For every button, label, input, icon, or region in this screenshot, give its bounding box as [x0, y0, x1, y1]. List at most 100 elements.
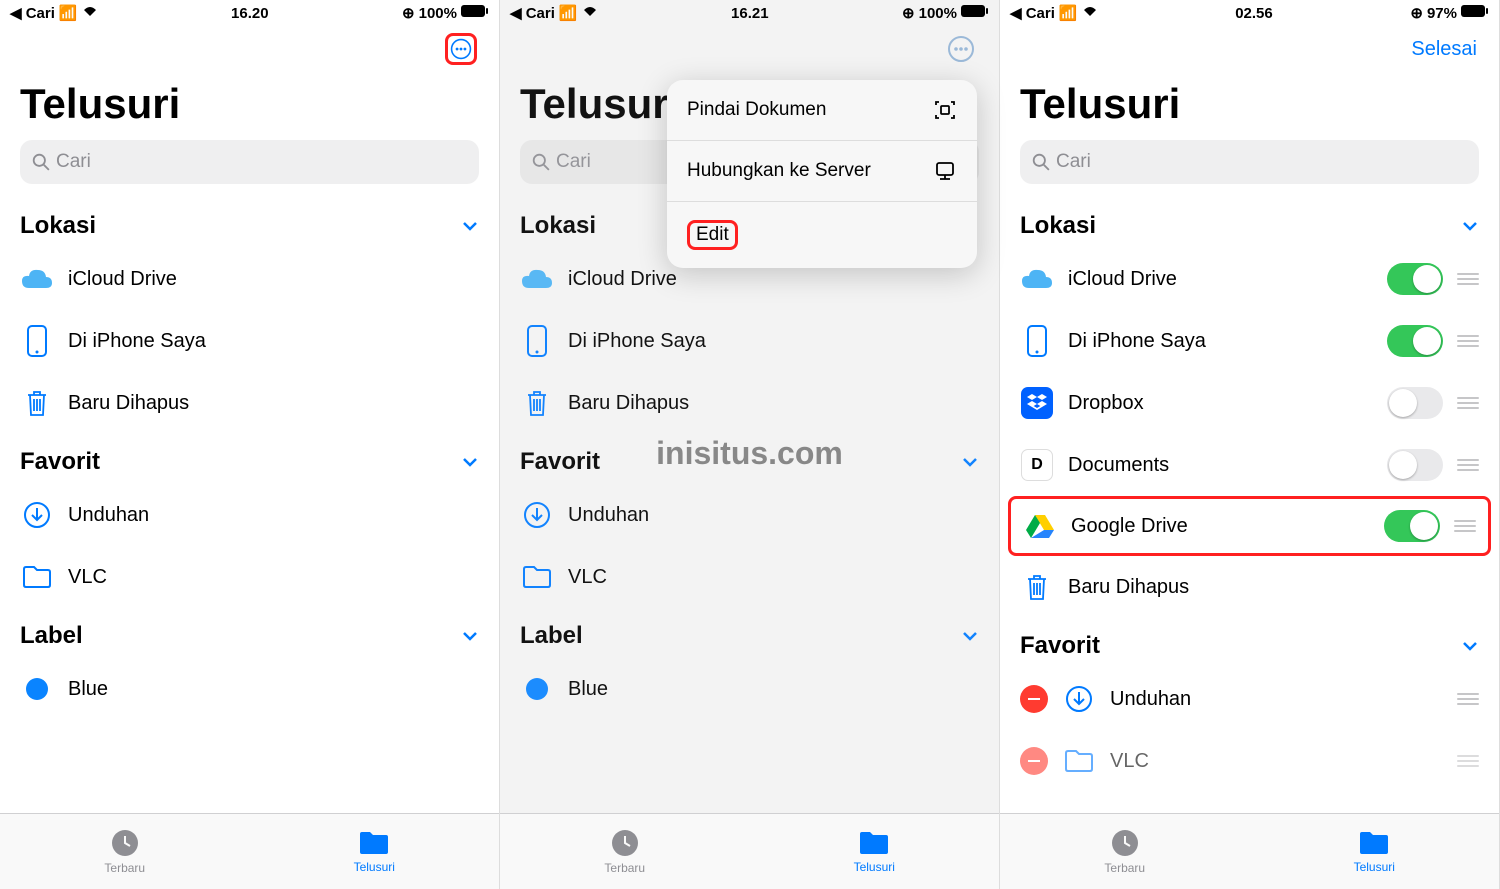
iphone-icon	[1020, 324, 1054, 358]
drag-handle-icon[interactable]	[1457, 693, 1479, 705]
back-app-label[interactable]: ◀ Cari	[10, 4, 55, 22]
icloud-icon	[520, 262, 554, 296]
search-icon	[532, 153, 550, 171]
edit-location-row: Dropbox	[1000, 372, 1499, 434]
section-lokasi[interactable]: Lokasi	[1000, 198, 1499, 248]
more-button[interactable]	[945, 33, 977, 65]
list-item[interactable]: Baru Dihapus	[500, 372, 999, 434]
edit-favorite-row: Unduhan	[1000, 668, 1499, 730]
icloud-icon	[20, 262, 54, 296]
chevron-down-icon	[461, 217, 479, 235]
tab-recent[interactable]: Terbaru	[500, 814, 750, 889]
status-bar: ◀ Cari 📶 16.21 ⊕ 100%	[500, 0, 999, 26]
tab-bar: Terbaru Telusuri	[500, 813, 999, 889]
screen-3: ◀ Cari 📶 02.56 ⊕ 97% Selesai Telusuri Ca…	[1000, 0, 1500, 889]
clock-icon	[110, 828, 140, 858]
wifi-icon	[582, 5, 598, 22]
icloud-icon	[1020, 262, 1054, 296]
toggle-documents[interactable]	[1387, 449, 1443, 481]
iphone-icon	[20, 324, 54, 358]
list-item[interactable]: Di iPhone Saya	[500, 310, 999, 372]
nav-bar	[500, 26, 999, 72]
back-app-label[interactable]: ◀ Cari	[1010, 4, 1055, 22]
tab-browse[interactable]: Telusuri	[1250, 814, 1500, 889]
battery-icon	[461, 4, 489, 22]
done-button[interactable]: Selesai	[1411, 38, 1477, 61]
chevron-down-icon	[461, 627, 479, 645]
back-app-label[interactable]: ◀ Cari	[510, 4, 555, 22]
battery-pct: 97%	[1427, 5, 1457, 22]
edit-location-row: D Documents	[1000, 434, 1499, 496]
menu-edit[interactable]: Edit	[667, 202, 977, 268]
tab-browse[interactable]: Telusuri	[750, 814, 1000, 889]
menu-connect-server[interactable]: Hubungkan ke Server	[667, 141, 977, 202]
toggle-icloud[interactable]	[1387, 263, 1443, 295]
folder-icon	[1357, 829, 1391, 857]
page-title: Telusuri	[1000, 72, 1499, 134]
list-item[interactable]: Baru Dihapus	[1000, 556, 1499, 618]
list-item[interactable]: Baru Dihapus	[0, 372, 499, 434]
remove-button[interactable]	[1020, 747, 1048, 775]
drag-handle-icon[interactable]	[1454, 520, 1476, 532]
orientation-lock-icon: ⊕	[402, 4, 415, 22]
signal-icon: 📶	[559, 4, 578, 22]
folder-icon	[20, 560, 54, 594]
search-icon	[32, 153, 50, 171]
documents-icon: D	[1020, 448, 1054, 482]
toggle-dropbox[interactable]	[1387, 387, 1443, 419]
drag-handle-icon[interactable]	[1457, 755, 1479, 767]
scan-icon	[933, 98, 957, 122]
signal-icon: 📶	[59, 4, 78, 22]
search-icon	[1032, 153, 1050, 171]
list-item[interactable]: Unduhan	[0, 484, 499, 546]
folder-icon	[857, 829, 891, 857]
status-bar: ◀ Cari 📶 16.20 ⊕ 100%	[0, 0, 499, 26]
page-title: Telusuri	[0, 72, 499, 134]
more-button[interactable]	[445, 33, 477, 65]
battery-pct: 100%	[419, 5, 457, 22]
search-input[interactable]: Cari	[20, 140, 479, 184]
iphone-icon	[520, 324, 554, 358]
list-item[interactable]: Di iPhone Saya	[0, 310, 499, 372]
drag-handle-icon[interactable]	[1457, 459, 1479, 471]
toggle-iphone[interactable]	[1387, 325, 1443, 357]
list-item[interactable]: VLC	[0, 546, 499, 608]
trash-icon	[1020, 570, 1054, 604]
screen-1: ◀ Cari 📶 16.20 ⊕ 100% Telusuri Cari Loka…	[0, 0, 500, 889]
tab-recent[interactable]: Terbaru	[0, 814, 250, 889]
list-item[interactable]: VLC	[500, 546, 999, 608]
clock-icon	[610, 828, 640, 858]
search-input[interactable]: Cari	[1020, 140, 1479, 184]
color-tag-icon	[20, 672, 54, 706]
remove-button[interactable]	[1020, 685, 1048, 713]
watermark: inisitus.com	[656, 435, 843, 472]
edit-favorite-row: VLC	[1000, 730, 1499, 792]
drag-handle-icon[interactable]	[1457, 397, 1479, 409]
list-item[interactable]: Unduhan	[500, 484, 999, 546]
toggle-gdrive[interactable]	[1384, 510, 1440, 542]
section-favorit[interactable]: Favorit	[0, 434, 499, 484]
tab-bar: Terbaru Telusuri	[0, 813, 499, 889]
section-label[interactable]: Label	[500, 608, 999, 658]
clock-icon	[1110, 828, 1140, 858]
color-tag-icon	[520, 672, 554, 706]
section-label[interactable]: Label	[0, 608, 499, 658]
dropbox-icon	[1020, 386, 1054, 420]
list-item[interactable]: iCloud Drive	[0, 248, 499, 310]
drag-handle-icon[interactable]	[1457, 335, 1479, 347]
menu-scan-document[interactable]: Pindai Dokumen	[667, 80, 977, 141]
drag-handle-icon[interactable]	[1457, 273, 1479, 285]
screen-2: ◀ Cari 📶 16.21 ⊕ 100% Telusuri Cari Loka…	[500, 0, 1000, 889]
edit-location-row: Di iPhone Saya	[1000, 310, 1499, 372]
section-favorit[interactable]: Favorit	[1000, 618, 1499, 668]
list-item[interactable]: Blue	[500, 658, 999, 720]
battery-pct: 100%	[919, 5, 957, 22]
chevron-down-icon	[461, 453, 479, 471]
tab-browse[interactable]: Telusuri	[250, 814, 500, 889]
chevron-down-icon	[1461, 217, 1479, 235]
orientation-lock-icon: ⊕	[902, 4, 915, 22]
edit-location-row: iCloud Drive	[1000, 248, 1499, 310]
tab-recent[interactable]: Terbaru	[1000, 814, 1250, 889]
list-item[interactable]: Blue	[0, 658, 499, 720]
section-lokasi[interactable]: Lokasi	[0, 198, 499, 248]
